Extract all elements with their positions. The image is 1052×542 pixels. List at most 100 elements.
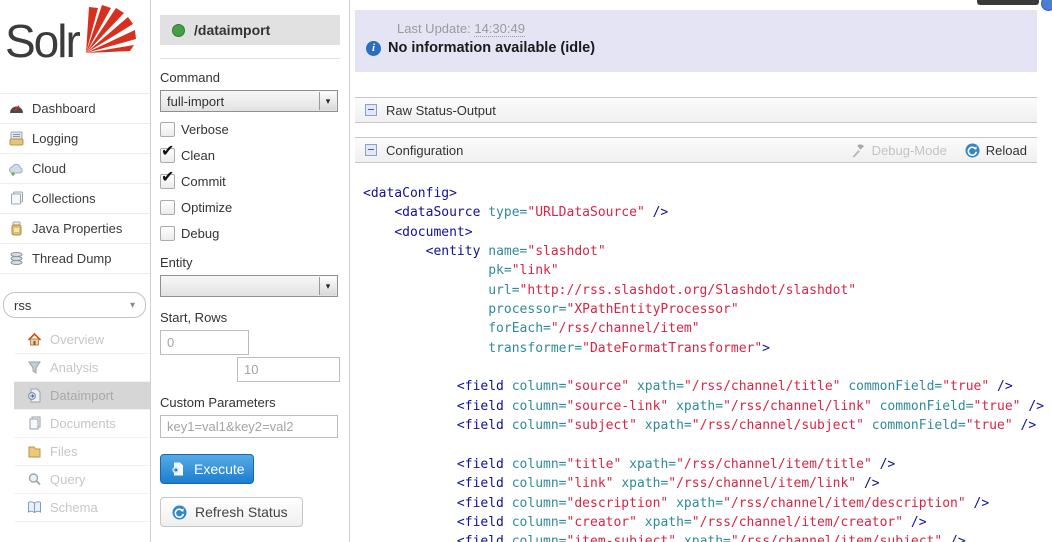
checkbox-label: Optimize bbox=[181, 200, 232, 215]
refresh-status-label: Refresh Status bbox=[195, 504, 288, 520]
sidebar-item-query[interactable]: Query bbox=[14, 466, 150, 494]
execute-button[interactable]: Execute bbox=[160, 454, 254, 484]
solr-logo[interactable]: Solr bbox=[0, 0, 150, 93]
sidebar-item-label: Cloud bbox=[32, 161, 66, 176]
collapse-icon[interactable] bbox=[365, 104, 377, 116]
optimize-checkbox[interactable] bbox=[160, 200, 175, 215]
command-select-value: full-import bbox=[167, 94, 224, 109]
status-dot-icon bbox=[172, 24, 185, 37]
section-title: Raw Status-Output bbox=[386, 103, 496, 118]
core-selector[interactable]: rss ▾ bbox=[3, 292, 146, 318]
cloud-icon bbox=[8, 161, 24, 177]
analysis-icon bbox=[26, 360, 42, 376]
config-xml-code: <dataConfig> <dataSource type="URLDataSo… bbox=[355, 184, 1037, 542]
debug-mode-label: Debug-Mode bbox=[872, 143, 947, 158]
dashboard-icon bbox=[8, 101, 24, 117]
sidebar-item-java-properties[interactable]: Java Properties bbox=[0, 214, 150, 244]
sidebar-item-files[interactable]: Files bbox=[14, 438, 150, 466]
chevron-down-icon: ▾ bbox=[319, 92, 336, 110]
start-input[interactable] bbox=[160, 330, 249, 355]
sidebar-item-label: Logging bbox=[32, 131, 78, 146]
command-select[interactable]: full-import ▾ bbox=[160, 90, 338, 112]
sidebar-item-label: Dashboard bbox=[32, 101, 96, 116]
collapse-icon[interactable] bbox=[365, 144, 377, 156]
sidebar-item-schema[interactable]: Schema bbox=[14, 494, 150, 522]
main-content: Last Update: 14:30:49 i No information a… bbox=[355, 0, 1037, 542]
chevron-down-icon: ▾ bbox=[130, 300, 135, 311]
sidebar-item-label: Documents bbox=[50, 416, 116, 431]
sidebar-item-logging[interactable]: Logging bbox=[0, 124, 150, 154]
checkbox-debug[interactable]: Debug bbox=[160, 225, 340, 242]
execute-label: Execute bbox=[194, 461, 245, 477]
sidebar-item-label: Dataimport bbox=[50, 388, 114, 403]
sidebar-item-label: Thread Dump bbox=[32, 251, 111, 266]
checkbox-commit[interactable]: ✔ Commit bbox=[160, 173, 340, 190]
checkbox-label: Commit bbox=[181, 174, 226, 189]
debug-mode-button[interactable]: Debug-Mode bbox=[851, 143, 947, 158]
clean-checkbox[interactable]: ✔ bbox=[160, 148, 175, 163]
refresh-icon bbox=[172, 505, 187, 520]
handler-path: /dataimport bbox=[194, 22, 270, 38]
core-navigation: Overview Analysis Dataimport Documents bbox=[0, 326, 150, 522]
chevron-down-icon: ▾ bbox=[319, 277, 336, 295]
schema-icon bbox=[26, 500, 42, 516]
section-title: Configuration bbox=[386, 143, 463, 158]
entity-label: Entity bbox=[160, 255, 340, 270]
checkbox-clean[interactable]: ✔ Clean bbox=[160, 147, 340, 164]
sidebar-item-label: Query bbox=[50, 472, 85, 487]
files-icon bbox=[26, 444, 42, 460]
divider bbox=[160, 58, 340, 59]
collections-icon bbox=[8, 191, 24, 207]
thread-dump-icon bbox=[8, 251, 24, 267]
last-update-label: Last Update: bbox=[397, 21, 471, 36]
dataimport-panel: /dataimport Command full-import ▾ Verbos… bbox=[151, 0, 350, 542]
sidebar: Solr Dashboard bbox=[0, 0, 151, 542]
custom-parameters-input[interactable] bbox=[160, 415, 338, 438]
browser-artifact-dot bbox=[1041, 0, 1052, 11]
info-icon: i bbox=[366, 41, 381, 56]
refresh-status-button[interactable]: Refresh Status bbox=[160, 497, 303, 527]
main-navigation: Dashboard Logging Cloud Collections bbox=[0, 93, 150, 274]
section-configuration[interactable]: Configuration Debug-Mode Reload bbox=[355, 137, 1037, 163]
verbose-checkbox[interactable] bbox=[160, 122, 175, 137]
sidebar-item-label: Overview bbox=[50, 332, 104, 347]
sidebar-item-label: Java Properties bbox=[32, 221, 122, 236]
sidebar-item-documents[interactable]: Documents bbox=[14, 410, 150, 438]
solr-logo-text: Solr bbox=[5, 14, 79, 68]
reload-icon bbox=[965, 143, 980, 158]
query-icon bbox=[26, 472, 42, 488]
sidebar-item-thread-dump[interactable]: Thread Dump bbox=[0, 244, 150, 274]
last-update: Last Update: 14:30:49 bbox=[355, 10, 1037, 36]
sidebar-item-dashboard[interactable]: Dashboard bbox=[0, 94, 150, 124]
sidebar-item-label: Collections bbox=[32, 191, 96, 206]
checkbox-optimize[interactable]: Optimize bbox=[160, 199, 340, 216]
sidebar-item-overview[interactable]: Overview bbox=[14, 326, 150, 354]
sidebar-item-cloud[interactable]: Cloud bbox=[0, 154, 150, 184]
solr-admin-page: Solr Dashboard bbox=[0, 0, 1052, 542]
handler-header: /dataimport bbox=[160, 15, 340, 45]
overview-icon bbox=[26, 332, 42, 348]
sidebar-item-analysis[interactable]: Analysis bbox=[14, 354, 150, 382]
reload-button[interactable]: Reload bbox=[965, 143, 1027, 158]
sidebar-item-dataimport[interactable]: Dataimport bbox=[14, 382, 150, 410]
sidebar-item-collections[interactable]: Collections bbox=[0, 184, 150, 214]
execute-icon bbox=[171, 462, 185, 476]
sidebar-item-label: Analysis bbox=[50, 360, 98, 375]
java-properties-icon bbox=[8, 221, 24, 237]
hammer-icon bbox=[851, 143, 866, 158]
logging-icon bbox=[8, 131, 24, 147]
reload-label: Reload bbox=[986, 143, 1027, 158]
solr-burst-icon bbox=[76, 1, 138, 55]
documents-icon bbox=[26, 416, 42, 432]
core-selector-value: rss bbox=[14, 298, 31, 313]
entity-select[interactable]: ▾ bbox=[160, 275, 338, 297]
checkbox-label: Verbose bbox=[181, 122, 229, 137]
sidebar-item-label: Schema bbox=[50, 500, 98, 515]
section-raw-status-output[interactable]: Raw Status-Output bbox=[355, 97, 1037, 123]
commit-checkbox[interactable]: ✔ bbox=[160, 174, 175, 189]
checkbox-verbose[interactable]: Verbose bbox=[160, 121, 340, 138]
rows-input[interactable] bbox=[237, 357, 340, 382]
debug-checkbox[interactable] bbox=[160, 226, 175, 241]
checkbox-label: Debug bbox=[181, 226, 219, 241]
command-label: Command bbox=[160, 70, 340, 85]
